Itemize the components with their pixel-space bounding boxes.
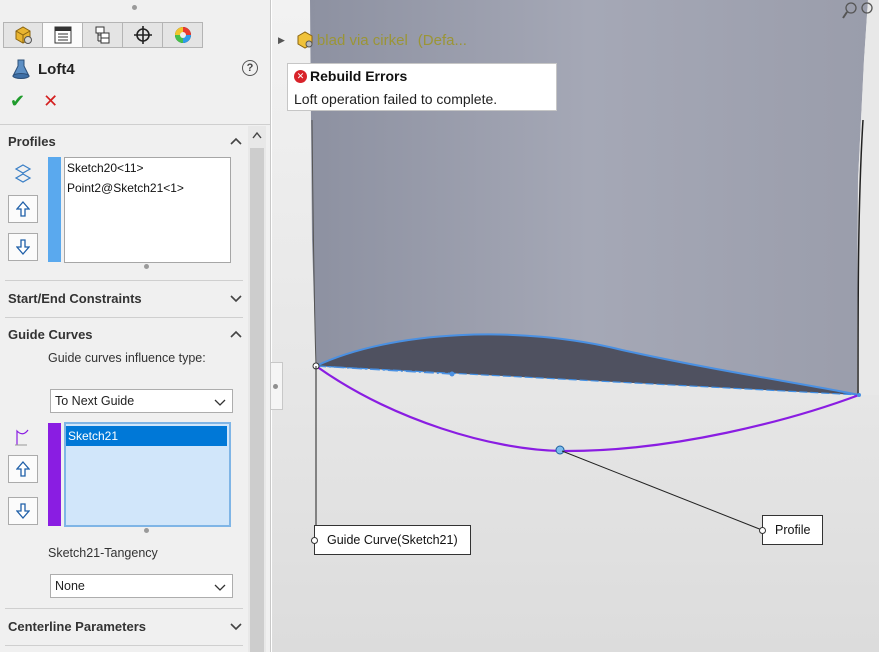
configuration-manager-tab[interactable] — [83, 22, 123, 48]
guide-curves-title: Guide Curves — [8, 326, 93, 342]
loft-feature-icon — [12, 59, 30, 79]
group-divider — [5, 280, 243, 281]
tooltip-title-text: Rebuild Errors — [310, 68, 408, 84]
property-manager-tab-icon — [54, 26, 71, 44]
arrow-down-icon — [16, 239, 30, 255]
arrow-down-icon — [16, 503, 30, 519]
profile-callout-text: Profile — [775, 523, 811, 537]
feature-header: Loft4 ? — [10, 57, 265, 81]
list-resize-grip[interactable] — [144, 264, 149, 269]
guide-curves-color-swatch — [48, 423, 61, 526]
guide-curve-callout-text: Guide Curve(Sketch21) — [327, 533, 458, 547]
configuration-manager-tab-icon — [95, 26, 109, 44]
influence-type-label: Guide curves influence type: — [48, 351, 206, 365]
start-end-header[interactable]: Start/End Constraints — [5, 287, 243, 309]
profile-callout[interactable]: Profile — [759, 515, 824, 545]
list-item[interactable]: Sketch21 — [66, 426, 227, 446]
scroll-up-icon[interactable] — [248, 126, 266, 144]
list-item[interactable]: Sketch20<11> — [65, 158, 230, 178]
panel-scrollbar[interactable] — [248, 126, 266, 652]
guide-curves-group: Guide Curves Guide curves influence type… — [5, 323, 243, 609]
feature-manager-tab-icon — [15, 26, 32, 44]
centerline-group: Centerline Parameters — [5, 615, 243, 646]
profiles-color-swatch — [48, 157, 61, 262]
sketch-point[interactable] — [449, 371, 455, 377]
group-divider — [5, 645, 243, 646]
expand-chevron-down-icon[interactable] — [229, 291, 243, 305]
tooltip-message: Loft operation failed to complete. — [294, 91, 498, 107]
chevron-down-icon — [214, 399, 226, 406]
move-up-button[interactable] — [8, 195, 38, 223]
guide-curve-selection-icon — [15, 429, 29, 446]
panel-resize-grip[interactable] — [0, 0, 270, 18]
profile-selection-icon — [14, 164, 32, 183]
tangency-value: None — [55, 579, 85, 593]
scroll-thumb[interactable] — [250, 148, 264, 652]
expand-arrow-icon[interactable]: ▶ — [278, 35, 285, 46]
tangency-label: Sketch21-Tangency — [48, 546, 158, 560]
display-manager-tab-icon — [174, 27, 191, 43]
ok-button[interactable]: ✔ — [10, 92, 25, 110]
tooltip-title: ✕ Rebuild Errors — [294, 68, 407, 84]
profile-leader-line — [561, 450, 763, 531]
group-divider — [5, 608, 243, 609]
confirm-row: ✔ ✕ — [10, 92, 58, 110]
guide-curves-header[interactable]: Guide Curves — [5, 323, 243, 345]
guide-curve-callout[interactable]: Guide Curve(Sketch21) — [311, 525, 471, 555]
profiles-title: Profiles — [8, 133, 56, 149]
dimxpert-manager-tab[interactable] — [123, 22, 163, 48]
move-up-button[interactable] — [8, 455, 38, 483]
profiles-group: Profiles Sketch20<11> Point2@Sketch21<1> — [5, 130, 243, 281]
help-icon[interactable]: ? — [242, 60, 258, 76]
property-manager-tab[interactable] — [43, 22, 83, 48]
centerline-header[interactable]: Centerline Parameters — [5, 615, 243, 637]
part-icon — [297, 31, 313, 49]
manager-tabs — [3, 22, 203, 48]
rebuild-error-tooltip: ✕ Rebuild Errors Loft operation failed t… — [287, 63, 557, 111]
feature-title: Loft4 — [38, 60, 75, 78]
profiles-header[interactable]: Profiles — [5, 130, 243, 152]
configuration-name: (Defa... — [417, 31, 467, 49]
tangency-select[interactable]: None — [50, 574, 233, 598]
list-item[interactable]: Point2@Sketch21<1> — [65, 178, 230, 198]
feature-manager-tab[interactable] — [3, 22, 43, 48]
collapse-chevron-up-icon[interactable] — [229, 134, 243, 148]
callout-pin — [759, 527, 766, 534]
feature-tree-flyout[interactable]: ▶ blad via cirkel (Defa... — [278, 28, 467, 52]
property-manager-panel: Loft4 ? ✔ ✕ Profiles Sketch20<11> Point2… — [0, 0, 271, 652]
arrow-up-icon — [16, 201, 30, 217]
profiles-list[interactable]: Sketch20<11> Point2@Sketch21<1> — [64, 157, 231, 263]
loft-body[interactable] — [310, 0, 868, 395]
move-down-button[interactable] — [8, 233, 38, 261]
centerline-title: Centerline Parameters — [8, 618, 147, 634]
panel-collapse-handle[interactable] — [271, 362, 283, 410]
header-divider — [0, 124, 270, 125]
display-manager-tab[interactable] — [163, 22, 203, 48]
start-end-group: Start/End Constraints — [5, 287, 243, 318]
callout-pin — [311, 537, 318, 544]
profile-point[interactable] — [555, 445, 565, 455]
influence-type-select[interactable]: To Next Guide — [50, 389, 233, 413]
dimxpert-manager-tab-icon — [133, 26, 152, 44]
influence-type-value: To Next Guide — [55, 394, 135, 408]
error-icon: ✕ — [294, 69, 307, 83]
view-heads-up-icon[interactable] — [842, 0, 879, 20]
chevron-down-icon — [214, 584, 226, 591]
expand-chevron-down-icon[interactable] — [229, 619, 243, 633]
arrow-up-icon — [16, 461, 30, 477]
start-end-title: Start/End Constraints — [8, 290, 142, 306]
endpoint[interactable] — [857, 393, 861, 397]
cancel-button[interactable]: ✕ — [43, 92, 58, 110]
move-down-button[interactable] — [8, 497, 38, 525]
group-divider — [5, 317, 243, 318]
collapse-chevron-up-icon[interactable] — [229, 327, 243, 341]
part-name[interactable]: blad via cirkel — [317, 32, 408, 49]
guide-curves-list[interactable]: Sketch21 — [64, 422, 231, 527]
list-resize-grip[interactable] — [144, 528, 149, 533]
